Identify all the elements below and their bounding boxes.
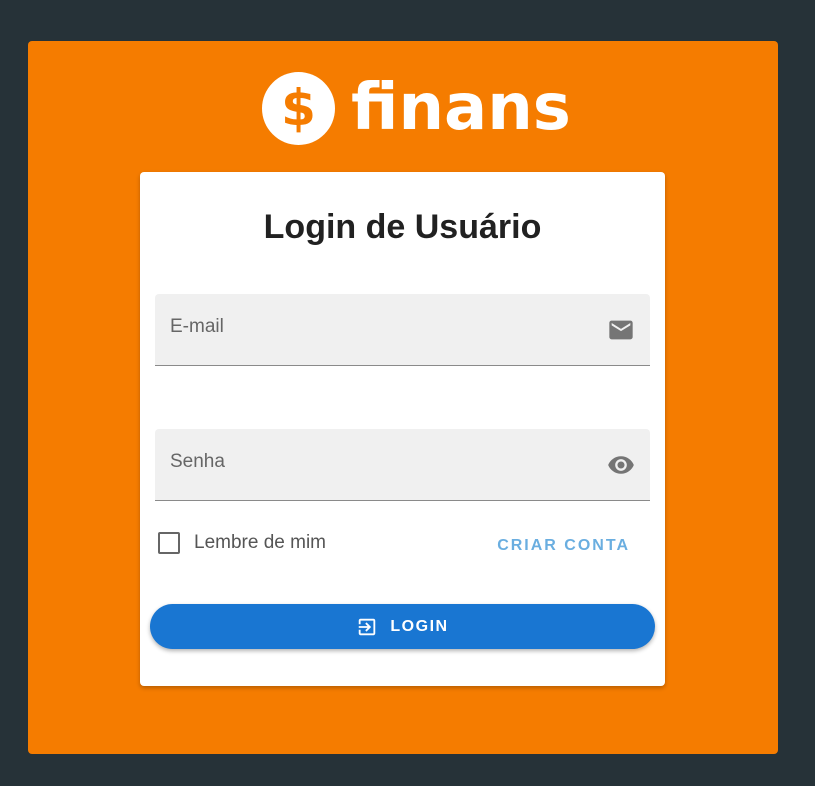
login-icon [359,618,376,635]
email-icon [609,320,633,340]
eye-icon[interactable] [607,451,635,479]
email-field-label: E-mail [170,316,224,337]
login-panel: $ finans Login de Usuário E-mail Senha L… [28,41,778,754]
brand-name: finans [351,71,571,145]
password-field-label: Senha [170,451,225,472]
create-account-button[interactable]: CRIAR CONTA [497,537,630,555]
brand-logo: $ finans [262,70,571,146]
email-field[interactable]: E-mail [155,294,650,366]
login-card: Login de Usuário E-mail Senha Lembre de … [140,172,665,686]
login-button-label: LOGIN [390,617,449,635]
password-field[interactable]: Senha [155,429,650,501]
remember-me-checkbox[interactable]: Lembre de mim [158,532,326,554]
remember-me-label: Lembre de mim [194,532,326,553]
checkbox-box[interactable] [158,532,180,554]
page-title: Login de Usuário [263,208,542,246]
login-button[interactable]: LOGIN [150,604,655,649]
dollar-coin-icon: $ [262,71,335,145]
